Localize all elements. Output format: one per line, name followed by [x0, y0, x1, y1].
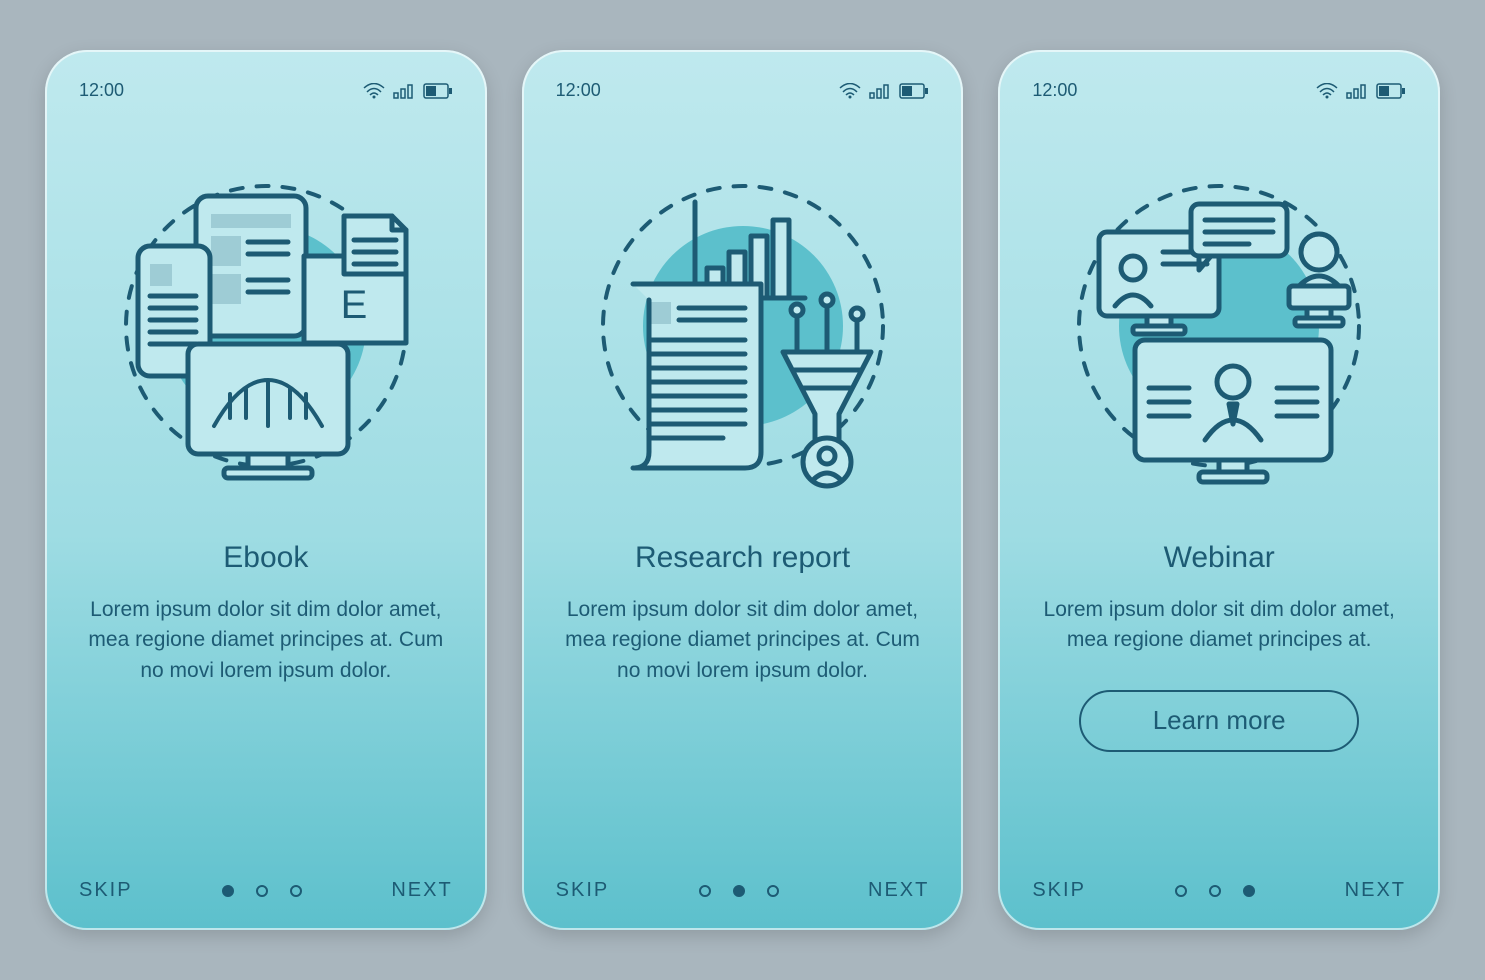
- svg-text:E: E: [340, 283, 367, 327]
- screen-description: Lorem ipsum dolor sit dim dolor amet, me…: [556, 595, 930, 686]
- status-bar: 12:00: [79, 80, 453, 101]
- bottom-nav: SKIP NEXT: [556, 879, 930, 902]
- signal-icon: [1346, 83, 1368, 99]
- wifi-icon: [363, 83, 385, 99]
- dot-3[interactable]: [1243, 885, 1255, 897]
- status-time: 12:00: [556, 80, 601, 101]
- signal-icon: [393, 83, 415, 99]
- status-time: 12:00: [79, 80, 124, 101]
- status-icons: [1316, 83, 1406, 99]
- next-button[interactable]: NEXT: [391, 879, 452, 902]
- screen-title: Webinar: [1032, 541, 1406, 575]
- dot-1[interactable]: [222, 885, 234, 897]
- status-icons: [363, 83, 453, 99]
- learn-more-button[interactable]: Learn more: [1079, 690, 1359, 752]
- next-button[interactable]: NEXT: [1345, 879, 1406, 902]
- next-button[interactable]: NEXT: [868, 879, 929, 902]
- dot-1[interactable]: [1175, 885, 1187, 897]
- signal-icon: [869, 83, 891, 99]
- dot-2[interactable]: [1209, 885, 1221, 897]
- bottom-nav: SKIP NEXT: [79, 879, 453, 902]
- battery-icon: [899, 83, 929, 99]
- dot-1[interactable]: [699, 885, 711, 897]
- dot-3[interactable]: [767, 885, 779, 897]
- wifi-icon: [839, 83, 861, 99]
- onboarding-screen-1: 12:00: [45, 50, 487, 930]
- page-indicator: [1175, 885, 1255, 897]
- skip-button[interactable]: SKIP: [556, 879, 610, 902]
- status-icons: [839, 83, 929, 99]
- illustration-research: [556, 141, 930, 511]
- status-bar: 12:00: [1032, 80, 1406, 101]
- illustration-ebook: E: [79, 141, 453, 511]
- status-bar: 12:00: [556, 80, 930, 101]
- screen-title: Ebook: [79, 541, 453, 575]
- dot-2[interactable]: [733, 885, 745, 897]
- page-indicator: [222, 885, 302, 897]
- dot-2[interactable]: [256, 885, 268, 897]
- illustration-webinar: [1032, 141, 1406, 511]
- battery-icon: [1376, 83, 1406, 99]
- skip-button[interactable]: SKIP: [79, 879, 133, 902]
- screen-description: Lorem ipsum dolor sit dim dolor amet, me…: [1032, 595, 1406, 656]
- screen-description: Lorem ipsum dolor sit dim dolor amet, me…: [79, 595, 453, 686]
- wifi-icon: [1316, 83, 1338, 99]
- status-time: 12:00: [1032, 80, 1077, 101]
- dot-3[interactable]: [290, 885, 302, 897]
- battery-icon: [423, 83, 453, 99]
- bottom-nav: SKIP NEXT: [1032, 879, 1406, 902]
- onboarding-screen-3: 12:00: [998, 50, 1440, 930]
- screen-title: Research report: [556, 541, 930, 575]
- onboarding-screen-2: 12:00: [522, 50, 964, 930]
- skip-button[interactable]: SKIP: [1032, 879, 1086, 902]
- page-indicator: [699, 885, 779, 897]
